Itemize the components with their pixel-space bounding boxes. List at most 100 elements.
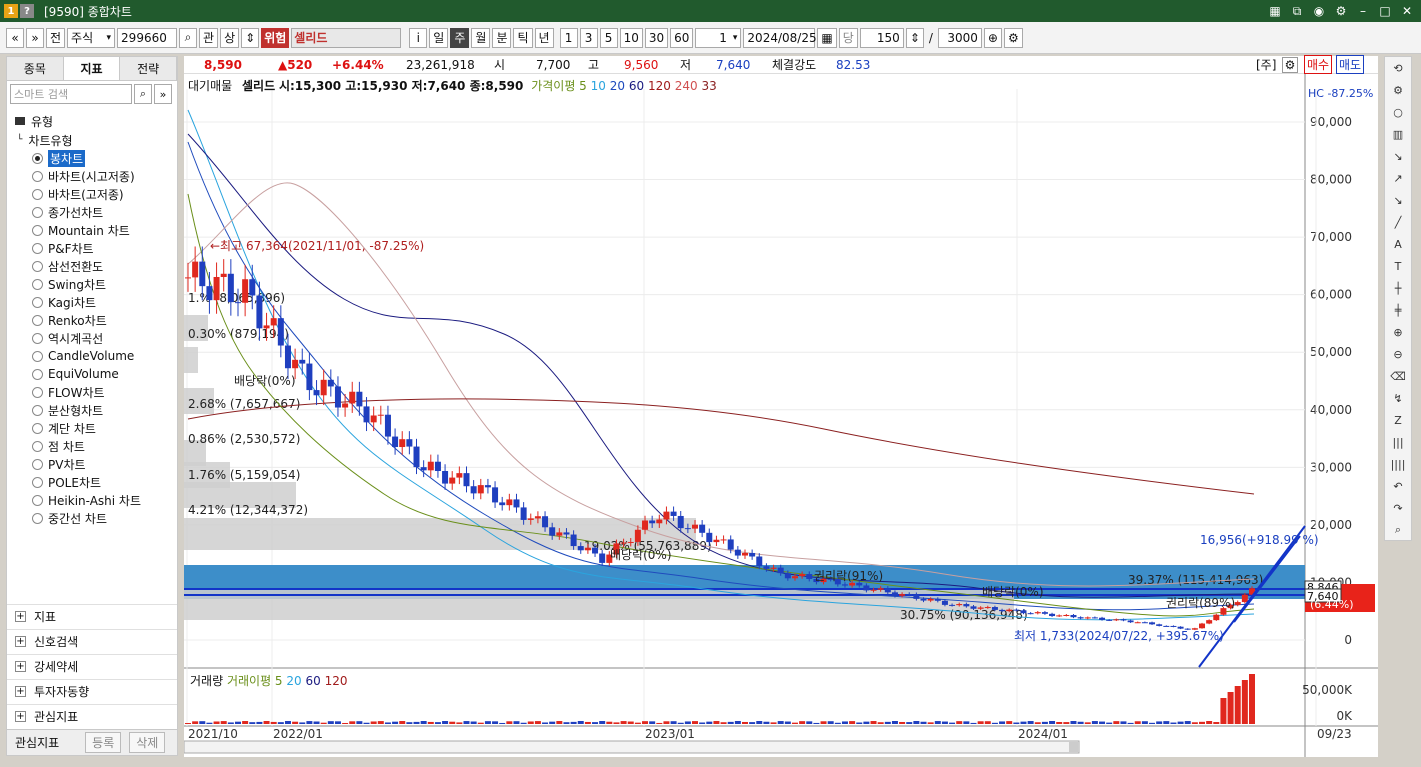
tab-indicator[interactable]: 지표	[63, 57, 121, 80]
chart-type-option[interactable]: Renko차트	[7, 311, 177, 329]
line-draw-icon[interactable]: ↘	[1388, 147, 1408, 167]
chart-type-option[interactable]: Mountain 차트	[7, 221, 177, 239]
chart-type-option[interactable]: 봉차트	[7, 149, 177, 167]
radio-icon[interactable]	[32, 422, 43, 434]
candle-2-icon[interactable]: ╪	[1388, 300, 1408, 320]
stock-name-field[interactable]: 셀리드	[291, 27, 402, 48]
chevron-down-icon[interactable]: »	[154, 84, 172, 104]
section-investor[interactable]: + 투자자동향	[7, 679, 177, 703]
period-year-button[interactable]: 년	[534, 27, 554, 48]
chart-area[interactable]: 90,000 80,000 70,000 60,000 50,000 40,000 30,0…	[183, 74, 1378, 757]
period-day-button[interactable]: 일	[429, 27, 449, 48]
help-icon[interactable]: ?	[20, 4, 34, 18]
chart-type-option[interactable]: 중간선 차트	[7, 509, 177, 527]
code-input[interactable]: 299660	[117, 27, 178, 48]
count-input[interactable]: 150	[859, 27, 904, 48]
chart-type-option[interactable]: 분산형차트	[7, 401, 177, 419]
info-button[interactable]: i	[409, 27, 428, 48]
register-button[interactable]: 등록	[85, 732, 122, 753]
undo-icon[interactable]: ↶	[1388, 476, 1408, 496]
unit-5-button[interactable]: 5	[599, 27, 618, 48]
prev-stock-button[interactable]: «	[6, 27, 24, 48]
next-stock-button[interactable]: »	[26, 27, 44, 48]
camera-icon[interactable]: ◉	[1311, 3, 1327, 19]
spin-icon[interactable]: ⇕	[241, 27, 260, 48]
tree-group-type[interactable]: 유형	[7, 111, 177, 131]
arrow-icon[interactable]: ↯	[1388, 388, 1408, 408]
radio-icon[interactable]	[32, 170, 43, 182]
chart-type-option[interactable]: 바차트(고저종)	[7, 185, 177, 203]
circle-icon[interactable]: ○	[1388, 103, 1408, 123]
text-icon[interactable]: T	[1388, 257, 1408, 277]
radio-icon[interactable]	[32, 260, 43, 272]
section-signal-search[interactable]: + 신호검색	[7, 629, 177, 653]
diagonal-line-icon[interactable]: ╱	[1388, 213, 1408, 233]
eraser-icon[interactable]: ⌫	[1388, 366, 1408, 386]
chart-type-option[interactable]: Kagi차트	[7, 293, 177, 311]
grid-lines-2-icon[interactable]: ||||	[1388, 454, 1408, 474]
unit-60-button[interactable]: 60	[670, 27, 694, 48]
bar-chart-icon[interactable]: ▥	[1388, 125, 1408, 145]
layout-icon[interactable]: ▦	[1267, 3, 1283, 19]
search-icon[interactable]: ⌕	[1388, 520, 1408, 540]
copy-icon[interactable]: ⧉	[1289, 3, 1305, 19]
gear-icon[interactable]: ⚙	[1388, 81, 1408, 101]
radio-icon[interactable]	[32, 224, 43, 236]
radio-icon[interactable]	[32, 188, 43, 200]
close-icon[interactable]: ✕	[1399, 3, 1415, 19]
chart-type-option[interactable]: Swing차트	[7, 275, 177, 293]
line-draw-3-icon[interactable]: ↘	[1388, 191, 1408, 211]
search-icon[interactable]: ⌕	[134, 84, 152, 104]
section-indicator[interactable]: + 지표	[7, 604, 177, 628]
chart-type-option[interactable]: Heikin-Ashi 차트	[7, 491, 177, 509]
calendar-icon[interactable]: ▦	[817, 27, 837, 48]
radio-icon[interactable]	[32, 296, 43, 308]
radio-icon[interactable]	[32, 278, 43, 290]
market-select[interactable]: 주식 ▾	[67, 27, 116, 48]
settings-icon[interactable]: ⚙	[1003, 27, 1023, 48]
gear-icon[interactable]: ⚙	[1333, 3, 1349, 19]
chart-type-option[interactable]: 삼선전환도	[7, 257, 177, 275]
count-spin-icon[interactable]: ⇕	[905, 27, 924, 48]
chart-type-option[interactable]: POLE차트	[7, 473, 177, 491]
smart-search-input[interactable]: 스마트 검색	[10, 84, 132, 104]
radio-icon[interactable]	[32, 206, 43, 218]
chart-type-option[interactable]: 역시계곡선	[7, 329, 177, 347]
tree-sub-chart-type[interactable]: └ 차트유형	[7, 131, 177, 149]
period-month-button[interactable]: 월	[471, 27, 491, 48]
chart-type-option[interactable]: EquiVolume	[7, 365, 177, 383]
section-favorite[interactable]: + 관심지표	[7, 704, 177, 728]
date-input[interactable]: 2024/08/25	[743, 27, 817, 48]
radio-icon[interactable]	[32, 458, 43, 470]
radio-icon[interactable]	[32, 368, 43, 380]
gear-icon[interactable]: ⚙	[1282, 56, 1298, 73]
period-minute-button[interactable]: 분	[492, 27, 512, 48]
radio-icon[interactable]	[32, 314, 43, 326]
unit-10-button[interactable]: 10	[619, 27, 643, 48]
price-chart[interactable]: 90,00080,00070,00060,00050,00040,00030,0…	[183, 74, 1378, 757]
period-week-button[interactable]: 주	[450, 27, 470, 48]
radio-icon[interactable]	[32, 332, 43, 344]
buy-button[interactable]: 매수	[1304, 55, 1333, 74]
redo-icon[interactable]: ↷	[1388, 498, 1408, 518]
radio-icon[interactable]	[32, 476, 43, 488]
radio-icon[interactable]	[32, 512, 43, 524]
chart-type-option[interactable]: 바차트(시고저종)	[7, 167, 177, 185]
delete-button[interactable]: 삭제	[129, 732, 166, 753]
radio-icon[interactable]	[32, 350, 43, 362]
zoom-icon[interactable]: ⊕	[983, 27, 1002, 48]
tab-stock[interactable]: 종목	[7, 57, 64, 80]
chart-type-option[interactable]: 종가선차트	[7, 203, 177, 221]
chart-type-option[interactable]: CandleVolume	[7, 347, 177, 365]
chart-type-option[interactable]: 점 차트	[7, 437, 177, 455]
unit-select[interactable]: 1 ▾	[695, 27, 742, 48]
search-icon[interactable]: ⌕	[179, 27, 198, 48]
total-input[interactable]: 3000	[937, 27, 982, 48]
line-draw-2-icon[interactable]: ↗	[1388, 169, 1408, 189]
radio-icon[interactable]	[32, 404, 43, 416]
auto-icon[interactable]: A	[1388, 235, 1408, 255]
sang-button[interactable]: 상	[220, 27, 240, 48]
zoom-in-icon[interactable]: ⊕	[1388, 322, 1408, 342]
radio-icon[interactable]	[32, 242, 43, 254]
section-strength[interactable]: + 강세약세	[7, 654, 177, 678]
